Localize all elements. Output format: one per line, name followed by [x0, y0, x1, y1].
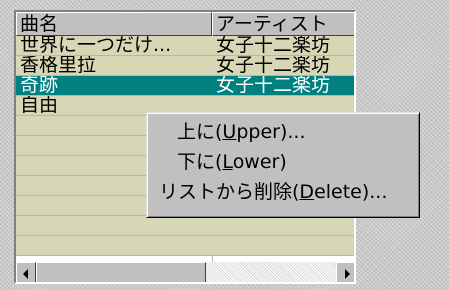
horizontal-scrollbar[interactable]: [16, 262, 354, 282]
menu-item-delete-from-list[interactable]: リストから削除(Delete)...: [149, 179, 417, 205]
menu-item-mnemonic: L: [222, 151, 233, 173]
table-row[interactable]: 世界に一つだけ... 女子十二楽坊: [16, 36, 354, 56]
table-row[interactable]: [16, 236, 354, 256]
menu-item-label: リストから削除(: [159, 181, 300, 203]
context-menu: 上に(Upper)... 下に(Lower) リストから削除(Delete)..…: [146, 112, 420, 218]
menu-item-label: ower): [232, 151, 287, 173]
menu-item-move-down[interactable]: 下に(Lower): [149, 149, 417, 175]
column-header-artist[interactable]: アーティスト: [212, 12, 354, 36]
menu-item-mnemonic: U: [222, 121, 237, 143]
table-row-selected[interactable]: 奇跡 女子十二楽坊: [16, 76, 354, 96]
arrow-left-icon: [23, 269, 28, 279]
song-title: 奇跡: [20, 76, 59, 95]
song-title: 香格里拉: [20, 56, 97, 75]
menu-item-label: elete)...: [314, 181, 388, 203]
song-title: 世界に一つだけ...: [20, 36, 172, 55]
song-artist: 女子十二楽坊: [216, 76, 331, 95]
menu-item-label: 上に(: [177, 121, 223, 143]
arrow-right-icon: [345, 269, 350, 279]
song-artist: 女子十二楽坊: [216, 36, 331, 55]
table-row[interactable]: [16, 216, 354, 236]
menu-item-move-up[interactable]: 上に(Upper)...: [149, 119, 417, 145]
menu-item-label: 下に(: [177, 151, 223, 173]
scroll-left-button[interactable]: [16, 262, 36, 282]
menu-item-label: pper)...: [236, 121, 306, 143]
song-artist: 女子十二楽坊: [216, 56, 331, 75]
list-header: 曲名 アーティスト: [16, 12, 354, 36]
scroll-right-button[interactable]: [336, 262, 354, 282]
menu-item-mnemonic: D: [299, 181, 315, 203]
scrollbar-thumb[interactable]: [36, 262, 206, 282]
column-header-title[interactable]: 曲名: [16, 12, 212, 36]
table-row[interactable]: 香格里拉 女子十二楽坊: [16, 56, 354, 76]
